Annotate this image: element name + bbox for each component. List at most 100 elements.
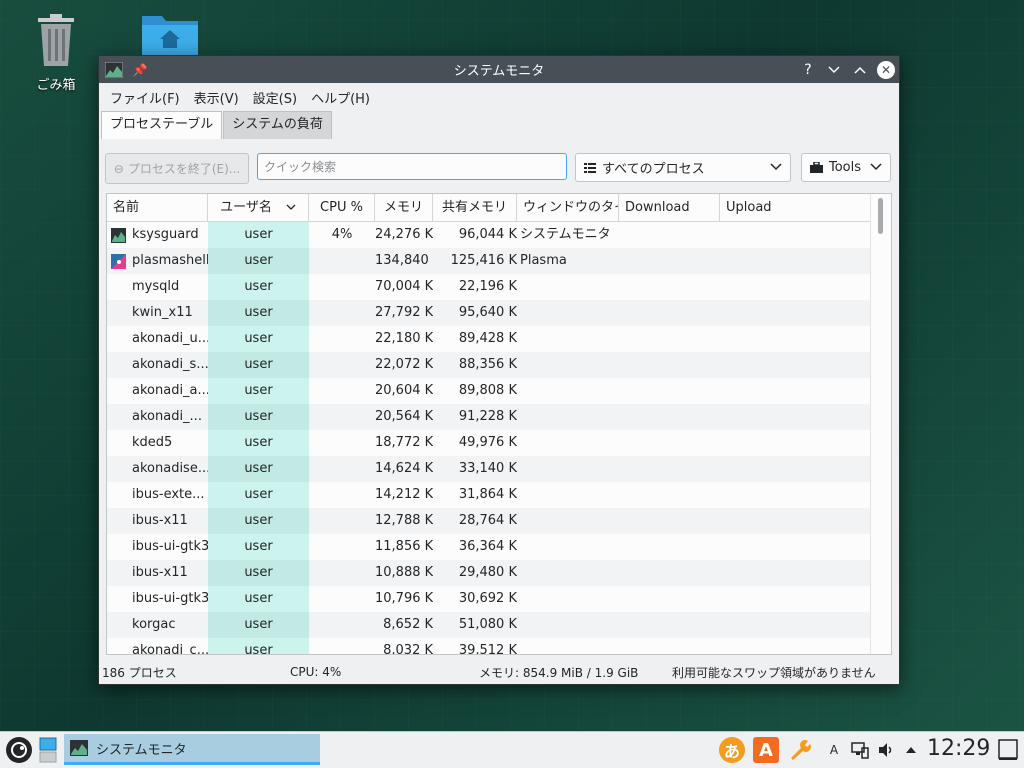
table-row[interactable]: akonadise... user 14,624 K 33,140 K	[107, 456, 891, 482]
cell-upload	[720, 430, 870, 456]
home-desktop-icon[interactable]	[130, 12, 210, 60]
col-header-user[interactable]: ユーザ名	[208, 194, 309, 221]
tray-expand-icon[interactable]	[902, 736, 920, 764]
ime-hiragana-icon[interactable]: あ	[718, 736, 746, 764]
cell-cpu	[309, 534, 375, 560]
process-name: ibus-ui-gtk3	[132, 539, 208, 554]
cell-upload	[720, 222, 870, 248]
menu-file[interactable]: ファイル(F)	[103, 88, 187, 107]
col-header-shared-memory[interactable]: 共有メモリ	[433, 194, 517, 221]
col-header-download[interactable]: Download	[619, 194, 720, 221]
cell-memory: 8,652 K	[383, 617, 433, 632]
input-method-a-label: A	[753, 737, 779, 763]
cell-user: user	[208, 456, 309, 482]
taskbar-task-system-monitor[interactable]: システムモニタ	[64, 734, 320, 765]
titlebar[interactable]: システムモニタ 📌 ? ✕	[99, 56, 899, 83]
cell-memory: 20,564 K	[375, 409, 433, 424]
table-row[interactable]: korgac user 8,652 K 51,080 K	[107, 612, 891, 638]
menu-help[interactable]: ヘルプ(H)	[304, 88, 377, 107]
network-icon[interactable]	[850, 736, 870, 764]
menu-settings[interactable]: 設定(S)	[246, 88, 304, 107]
col-header-upload[interactable]: Upload	[720, 194, 871, 221]
cell-name: akonadi_c...	[107, 638, 208, 654]
cell-memory: 22,072 K	[375, 357, 433, 372]
table-row[interactable]: akonadi_a... user 20,604 K 89,808 K	[107, 378, 891, 404]
cell-window-title	[517, 560, 619, 586]
clock[interactable]: 12:29	[927, 736, 990, 761]
maximize-icon[interactable]	[851, 61, 869, 79]
taskbar: システムモニタ あ A A 12:29	[0, 731, 1024, 768]
cell-name: ksysguard	[107, 222, 208, 248]
ime-hiragana-label: あ	[719, 737, 745, 763]
help-icon[interactable]: ?	[799, 61, 817, 79]
close-icon[interactable]: ✕	[877, 60, 895, 79]
table-row[interactable]: mysqld user 70,004 K 22,196 K	[107, 274, 891, 300]
app-icon[interactable]	[105, 61, 123, 78]
app-launcher-icon[interactable]	[4, 736, 34, 764]
cell-shared-memory: 125,416 K	[450, 253, 517, 268]
keyboard-layout-icon[interactable]: A	[826, 736, 842, 764]
chevron-down-icon	[870, 161, 882, 174]
table-row[interactable]: plasmashelluser 134,840 K 125,416 KPlasma	[107, 248, 891, 274]
col-header-cpu[interactable]: CPU %	[309, 194, 375, 221]
cell-shared-memory: 22,196 K	[458, 279, 517, 294]
cell-cpu	[309, 430, 375, 456]
cell-cpu	[309, 508, 375, 534]
tab-bar: プロセステーブル システムの負荷	[99, 111, 899, 139]
cell-download	[619, 300, 720, 326]
table-row[interactable]: akonadi_u... user 22,180 K 89,428 K	[107, 326, 891, 352]
cell-shared-memory: 88,356 K	[458, 357, 517, 372]
tab-system-load[interactable]: システムの負荷	[223, 111, 332, 139]
trash-desktop-icon[interactable]: ごみ箱	[16, 12, 96, 93]
table-row[interactable]: akonadi_... user 20,564 K 91,228 K	[107, 404, 891, 430]
cell-cpu	[309, 352, 375, 378]
show-desktop-icon[interactable]	[996, 736, 1020, 764]
scrollbar-thumb[interactable]	[878, 198, 883, 234]
cell-download	[619, 326, 720, 352]
tools-button[interactable]: Tools	[801, 153, 891, 182]
pin-icon[interactable]: 📌	[131, 61, 149, 79]
vertical-scrollbar[interactable]	[870, 194, 891, 654]
cell-memory: 12,788 K	[375, 513, 433, 528]
cell-name: mysqld	[107, 274, 208, 300]
trash-label: ごみ箱	[36, 78, 76, 93]
app-icon	[70, 740, 88, 756]
input-method-a-icon[interactable]: A	[752, 736, 780, 764]
cell-download	[619, 222, 720, 248]
table-row[interactable]: ibus-ui-gtk3 user 11,856 K 36,364 K	[107, 534, 891, 560]
wrench-icon[interactable]	[786, 736, 814, 764]
cell-cpu	[309, 456, 375, 482]
table-header: 名前 ユーザ名 CPU % メモリ 共有メモリ ウィンドウのタイト Downlo…	[107, 194, 891, 222]
cell-memory: 11,856 K	[375, 539, 433, 554]
table-row[interactable]: ibus-x11 user 12,788 K 28,764 K	[107, 508, 891, 534]
col-header-memory[interactable]: メモリ	[375, 194, 433, 221]
table-row[interactable]: akonadi_s... user 22,072 K 88,356 K	[107, 352, 891, 378]
menu-view[interactable]: 表示(V)	[187, 88, 246, 107]
search-input[interactable]	[257, 153, 567, 180]
table-row[interactable]: akonadi_c... user 8,032 K 39,512 K	[107, 638, 891, 654]
cell-user: user	[208, 534, 309, 560]
system-monitor-window: システムモニタ 📌 ? ✕ ファイル(F) 表示(V) 設定(S) ヘルプ(H)…	[98, 55, 900, 685]
cell-shared-memory: 96,044 K	[458, 227, 517, 242]
cell-name: ibus-ui-gtk3	[107, 534, 208, 560]
menubar: ファイル(F) 表示(V) 設定(S) ヘルプ(H)	[99, 83, 899, 111]
process-name: kwin_x11	[132, 305, 193, 320]
table-row[interactable]: ibus-exte... user 14,212 K 31,864 K	[107, 482, 891, 508]
desktop-pager-icon[interactable]	[38, 736, 58, 764]
table-row[interactable]: ibus-x11 user 10,888 K 29,480 K	[107, 560, 891, 586]
volume-icon[interactable]	[876, 736, 896, 764]
cell-shared-memory: 31,864 K	[458, 487, 517, 502]
cell-shared-memory: 30,692 K	[458, 591, 517, 606]
col-header-name[interactable]: 名前	[107, 194, 208, 221]
process-name: ibus-exte...	[132, 487, 205, 502]
table-row[interactable]: kded5 user 18,772 K 49,976 K	[107, 430, 891, 456]
tab-process-table[interactable]: プロセステーブル	[101, 111, 223, 139]
table-row[interactable]: kwin_x11 user 27,792 K 95,640 K	[107, 300, 891, 326]
table-row[interactable]: ibus-ui-gtk3 user 10,796 K 30,692 K	[107, 586, 891, 612]
table-row[interactable]: ksysguard user 4% 24,276 K 96,044 K システムモニタ	[107, 222, 891, 248]
process-filter-select[interactable]: すべてのプロセス	[575, 153, 791, 182]
col-header-window-title[interactable]: ウィンドウのタイト	[517, 194, 619, 221]
end-process-button[interactable]: ⊖ プロセスを終了(E)...	[105, 153, 249, 184]
cell-name: korgac	[107, 612, 208, 638]
minimize-icon[interactable]	[825, 61, 843, 79]
